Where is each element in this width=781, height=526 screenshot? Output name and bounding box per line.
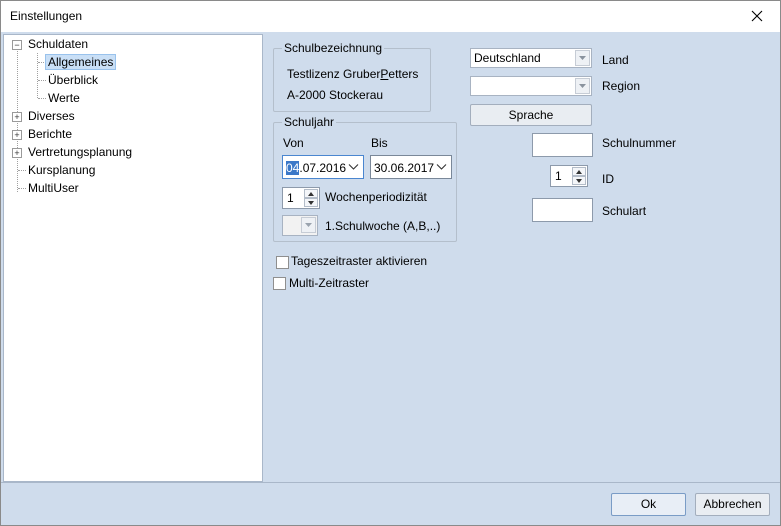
expand-icon[interactable]: + (12, 148, 22, 158)
group-title: Schulbezeichnung (282, 41, 385, 55)
multizeitraster-label: Multi-Zeitraster (289, 276, 370, 290)
caret-up-icon (308, 191, 314, 196)
tree-item-diverses[interactable]: Diverses (28, 107, 75, 125)
schulart-label: Schulart (602, 204, 647, 218)
chevron-down-icon (348, 164, 359, 170)
dropdown-button[interactable] (301, 217, 316, 233)
sprache-button[interactable]: Sprache (470, 104, 592, 126)
tree-item-label: MultiUser (28, 181, 79, 195)
navigation-tree: − Schuldaten Allgemeines Überblick Werte… (3, 34, 263, 482)
title-bar: Einstellungen (1, 1, 780, 32)
von-date-value: 04.07.2016 (286, 161, 347, 175)
dropdown-button[interactable] (575, 78, 590, 94)
periodizitaet-value: 1 (287, 191, 294, 205)
land-label: Land (602, 53, 629, 67)
periodizitaet-stepper[interactable]: 1 (282, 187, 320, 209)
dropdown-button[interactable] (575, 50, 590, 66)
region-dropdown[interactable] (470, 76, 592, 96)
school-address: A-2000 Stockerau (287, 88, 384, 102)
tree-item-label: Werte (48, 91, 80, 105)
schulwoche-dropdown[interactable] (282, 215, 318, 236)
stepper-arrows (304, 189, 318, 207)
schulwoche-label: 1.Schulwoche (A,B,..) (325, 219, 441, 233)
caret-down-icon (579, 56, 586, 60)
tree-item-ueberblick[interactable]: Überblick (48, 71, 98, 89)
tree-item-label: Allgemeines (45, 54, 117, 70)
tree-item-allgemeines[interactable]: Allgemeines (45, 53, 117, 71)
von-date-picker[interactable]: 04.07.2016 (282, 155, 364, 179)
window-title: Einstellungen (10, 9, 83, 23)
tree-item-kursplanung[interactable]: Kursplanung (28, 161, 95, 179)
cancel-button[interactable]: Abbrechen (695, 493, 770, 516)
caret-up-icon (576, 169, 582, 174)
tree-item-multiuser[interactable]: MultiUser (28, 179, 79, 197)
von-label: Von (283, 136, 304, 150)
stepper-down-button[interactable] (572, 176, 586, 185)
tree-item-berichte[interactable]: Berichte (28, 125, 72, 143)
close-button[interactable] (734, 1, 780, 31)
tree-item-label: Kursplanung (28, 163, 96, 177)
schuljahr-group: Schuljahr Von Bis 04.07.2016 30.06.2017 … (273, 115, 457, 242)
id-stepper[interactable]: 1 (550, 165, 588, 187)
bis-date-picker[interactable]: 30.06.2017 (370, 155, 452, 179)
caret-down-icon (576, 178, 582, 183)
bis-label: Bis (371, 136, 388, 150)
periodizitaet-label: Wochenperiodizität (325, 190, 427, 204)
land-dropdown[interactable]: Deutschland (470, 48, 592, 68)
bis-date-value: 30.06.2017 (374, 161, 435, 175)
close-icon (751, 10, 763, 22)
tree-line (18, 170, 26, 171)
stepper-up-button[interactable] (304, 189, 318, 198)
tree-item-vertretungsplanung[interactable]: Vertretungsplanung (28, 143, 132, 161)
schulart-field[interactable] (532, 198, 593, 222)
footer-divider (1, 482, 780, 483)
tree-item-label: Schuldaten (28, 37, 89, 51)
tree-line (38, 80, 46, 81)
caret-down-icon (308, 200, 314, 205)
stepper-arrows (572, 167, 586, 185)
school-name: Testlizenz GruberPetters (287, 67, 419, 81)
tree-item-label: Berichte (28, 127, 73, 141)
tree-item-schuldaten[interactable]: Schuldaten (28, 35, 88, 53)
tree-item-label: Diverses (28, 109, 75, 123)
schulnummer-label: Schulnummer (602, 136, 677, 150)
tageszeitraster-label: Tageszeitraster aktivieren (291, 254, 428, 268)
tree-line (18, 188, 26, 189)
settings-window: Einstellungen − Schuldaten Allgemeines Ü… (0, 0, 781, 526)
caret-down-icon (305, 223, 312, 227)
expand-icon[interactable]: + (12, 130, 22, 140)
region-label: Region (602, 79, 641, 93)
expand-icon[interactable]: + (12, 112, 22, 122)
content-panel: Schulbezeichnung Testlizenz GruberPetter… (263, 34, 780, 480)
id-value: 1 (555, 169, 562, 183)
tree-item-werte[interactable]: Werte (48, 89, 80, 107)
schulbezeichnung-group: Schulbezeichnung Testlizenz GruberPetter… (273, 41, 431, 112)
id-label: ID (602, 172, 614, 186)
stepper-down-button[interactable] (304, 198, 318, 207)
multizeitraster-checkbox[interactable] (273, 277, 286, 290)
chevron-down-icon (436, 164, 447, 170)
tree-item-label: Überblick (48, 73, 99, 87)
ok-button[interactable]: Ok (611, 493, 686, 516)
caret-down-icon (579, 84, 586, 88)
land-value: Deutschland (474, 51, 541, 65)
tree-line (37, 53, 38, 98)
group-title: Schuljahr (282, 115, 337, 129)
tree-line (38, 98, 46, 99)
collapse-icon[interactable]: − (12, 40, 22, 50)
tree-item-label: Vertretungsplanung (28, 145, 133, 159)
tageszeitraster-checkbox[interactable] (276, 256, 289, 269)
schulnummer-field[interactable] (532, 133, 593, 157)
dialog-body: − Schuldaten Allgemeines Überblick Werte… (1, 32, 780, 525)
stepper-up-button[interactable] (572, 167, 586, 176)
